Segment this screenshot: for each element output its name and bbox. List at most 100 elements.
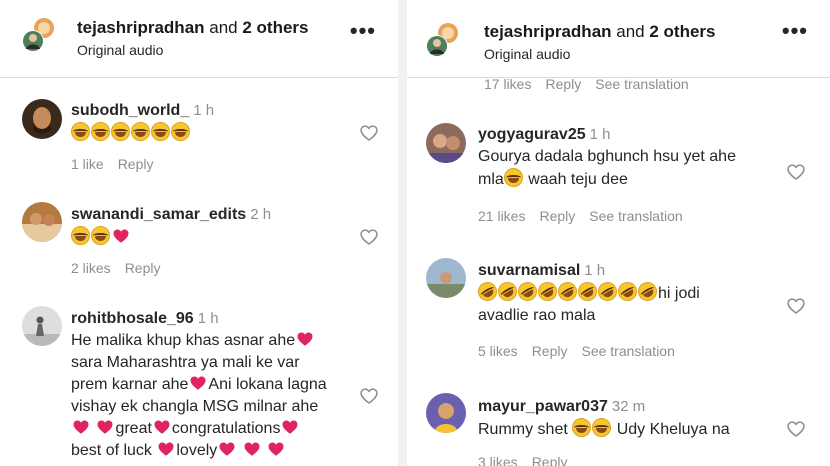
comment-text: [71, 226, 271, 249]
comment-meta: 5 likes Reply See translation: [478, 343, 689, 359]
header-username[interactable]: tejashripradhan: [77, 18, 205, 37]
red-heart-icon: [281, 418, 299, 436]
comment-text: He malika khup khas asnar ahe sara Mahar…: [71, 330, 371, 462]
face-with-tears-of-joy-icon: [592, 418, 612, 437]
reply-button[interactable]: Reply: [118, 156, 154, 172]
more-icon[interactable]: •••: [782, 20, 808, 42]
comment-word: congratulations: [171, 420, 281, 437]
header-and: and: [611, 22, 650, 41]
comment-username[interactable]: mayur_pawar037: [478, 398, 608, 415]
comment-line: Gourya dadala bghunch hsu yet ahe: [478, 148, 736, 165]
red-heart-icon: [296, 330, 314, 348]
rolling-on-the-floor-laughing-icon: [574, 278, 601, 305]
comment-username[interactable]: yogyagurav25: [478, 126, 586, 143]
comment-username[interactable]: suvarnamisal: [478, 262, 580, 279]
red-heart-icon: [96, 418, 114, 436]
comment-meta: 3 likes Reply: [478, 454, 581, 466]
comment-line: waah teju dee: [523, 171, 628, 188]
red-heart-icon: [112, 227, 130, 245]
red-heart-icon: [267, 440, 285, 458]
comment-line: prem karnar ahe: [71, 376, 189, 393]
red-heart-icon: [189, 374, 207, 392]
audio-label[interactable]: Original audio: [77, 42, 163, 58]
see-translation-link[interactable]: See translation: [581, 343, 674, 359]
like-heart-icon[interactable]: [359, 386, 379, 406]
reply-button[interactable]: Reply: [539, 208, 575, 224]
comment-meta: 2 likes Reply: [71, 260, 174, 276]
face-with-tears-of-joy-icon: [151, 122, 170, 141]
like-heart-icon[interactable]: [359, 227, 379, 247]
more-icon[interactable]: •••: [350, 20, 376, 42]
header-others[interactable]: 2 others: [242, 18, 308, 37]
comment-line: Udy Kheluya na: [612, 421, 730, 438]
header-title[interactable]: tejashripradhan and 2 others: [77, 18, 309, 38]
avatar[interactable]: [22, 99, 62, 139]
reply-button[interactable]: Reply: [545, 76, 581, 92]
comment-word: great: [115, 420, 152, 437]
reply-button[interactable]: Reply: [125, 260, 161, 276]
likes-count[interactable]: 21 likes: [478, 208, 525, 224]
comments-header: tejashripradhan and 2 others Original au…: [407, 0, 830, 78]
right-reel-comments-panel: 17 likes Reply See translation tejashripra…: [407, 0, 830, 466]
comment-word: lovely: [176, 442, 218, 459]
red-heart-icon: [72, 418, 90, 436]
comments-header: tejashripradhan and 2 others Original au…: [0, 0, 398, 78]
see-translation-link[interactable]: See translation: [589, 208, 682, 224]
avatar[interactable]: [426, 393, 466, 433]
face-with-tears-of-joy-icon: [71, 122, 90, 141]
comment-text: Gourya dadala bghunch hsu yet ahe mla wa…: [478, 146, 736, 191]
rolling-on-the-floor-laughing-icon: [514, 278, 541, 305]
like-heart-icon[interactable]: [359, 123, 379, 143]
rolling-on-the-floor-laughing-icon: [634, 278, 661, 305]
rolling-on-the-floor-laughing-icon: [614, 278, 641, 305]
likes-count[interactable]: 2 likes: [71, 260, 111, 276]
avatar[interactable]: [22, 202, 62, 242]
stacked-avatars[interactable]: [20, 17, 56, 53]
like-heart-icon[interactable]: [786, 296, 806, 316]
comment-time: 2 h: [250, 206, 272, 223]
reply-button[interactable]: Reply: [532, 343, 568, 359]
like-heart-icon[interactable]: [786, 162, 806, 182]
face-with-tears-of-joy-icon: [171, 122, 190, 141]
rolling-on-the-floor-laughing-icon: [554, 278, 581, 305]
comment-word: best of luck: [71, 442, 157, 459]
see-translation-link[interactable]: See translation: [595, 76, 688, 92]
comment-username[interactable]: subodh_world_: [71, 102, 189, 119]
avatar[interactable]: [426, 123, 466, 163]
likes-count[interactable]: 1 like: [71, 156, 104, 172]
partial-comment-meta: 17 likes Reply See translation: [484, 76, 703, 92]
comment-text: Rummy shet Udy Kheluya na: [478, 418, 730, 441]
comment-line: Ani lokana lagna: [208, 376, 327, 393]
comment-time: 1 h: [584, 262, 606, 279]
face-with-tears-of-joy-icon: [91, 226, 110, 245]
like-heart-icon[interactable]: [786, 419, 806, 439]
likes-count[interactable]: 3 likes: [478, 454, 518, 466]
audio-label[interactable]: Original audio: [484, 46, 570, 62]
reply-button[interactable]: Reply: [532, 454, 568, 466]
face-with-tears-of-joy-icon: [91, 122, 110, 141]
stacked-avatars[interactable]: [424, 22, 460, 58]
left-reel-comments-panel: tejashripradhan and 2 others Original au…: [0, 0, 398, 466]
comment-time: 1 h: [589, 126, 611, 143]
comment-line: He malika khup khas asnar ahe: [71, 332, 296, 349]
panel-divider: [398, 0, 407, 466]
avatar[interactable]: [426, 258, 466, 298]
red-heart-icon: [157, 440, 175, 458]
likes-count[interactable]: 5 likes: [478, 343, 518, 359]
comment-text: [71, 122, 214, 145]
comment-username[interactable]: rohitbhosale_96: [71, 310, 194, 327]
likes-count[interactable]: 17 likes: [484, 76, 531, 92]
comment-time: 1 h: [193, 102, 215, 119]
header-and: and: [204, 18, 243, 37]
face-with-tears-of-joy-icon: [111, 122, 130, 141]
comment-username[interactable]: swanandi_samar_edits: [71, 206, 246, 223]
face-with-tears-of-joy-icon: [503, 168, 523, 187]
header-others[interactable]: 2 others: [649, 22, 715, 41]
avatar[interactable]: [22, 306, 62, 346]
comment-meta: 21 likes Reply See translation: [478, 208, 697, 224]
header-username[interactable]: tejashripradhan: [484, 22, 612, 41]
rolling-on-the-floor-laughing-icon: [594, 278, 621, 305]
header-title[interactable]: tejashripradhan and 2 others: [484, 22, 716, 42]
comment-line: Rummy shet: [478, 421, 573, 438]
comment-text: hi jodi avadlie rao mala: [474, 278, 778, 327]
